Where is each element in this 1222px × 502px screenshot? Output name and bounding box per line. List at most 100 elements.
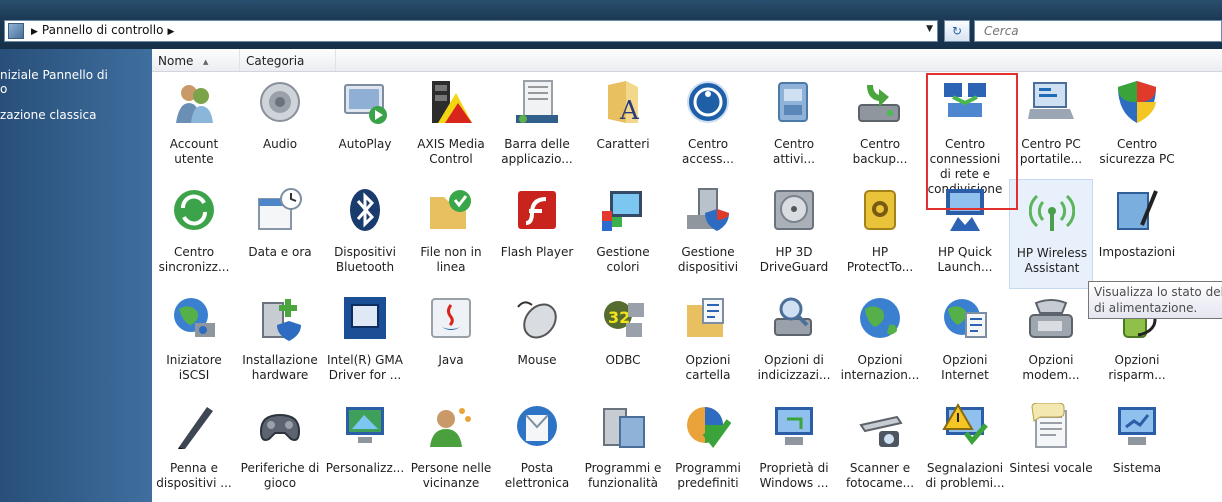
account-utente-icon <box>171 79 217 125</box>
control-panel-item[interactable]: AXIS Media Control <box>409 71 493 181</box>
sistema-icon <box>1114 403 1160 449</box>
control-panel-item[interactable]: Audio <box>238 71 322 181</box>
breadcrumb-control-panel[interactable]: Pannello di controllo <box>42 23 164 37</box>
hp-protecttools-icon <box>857 187 903 233</box>
control-panel-icon <box>8 23 24 39</box>
item-label: Account utente <box>169 137 219 166</box>
breadcrumb-arrow-icon[interactable]: ▶ <box>31 27 38 37</box>
item-label: Caratteri <box>596 137 650 151</box>
control-panel-item[interactable]: 32 ODBC <box>581 287 665 397</box>
tooltip: Visualizza lo stato dell di alimentazion… <box>1088 281 1222 319</box>
breadcrumb-arrow-icon[interactable]: ▶ <box>167 27 174 37</box>
control-panel-item[interactable]: Intel(R) GMA Driver for ... <box>323 287 407 397</box>
mouse-icon <box>514 295 560 341</box>
control-panel-item[interactable]: File non in linea <box>409 179 493 289</box>
control-panel-item[interactable]: Centro sincronizz... <box>152 179 236 289</box>
address-box[interactable]: ▶ Pannello di controllo ▶ ▼ <box>4 20 938 42</box>
control-panel-item[interactable]: Impostazioni <box>1095 179 1179 289</box>
control-panel-item[interactable]: Personalizz... <box>323 395 407 502</box>
control-panel-item[interactable]: Barra delle applicazio... <box>495 71 579 181</box>
column-header-name[interactable]: Nome ▲ <box>152 49 240 71</box>
control-panel-item[interactable]: Centro PC portatile... <box>1009 71 1093 181</box>
item-label: Sistema <box>1112 461 1162 475</box>
programmi-e-funzionalita-icon <box>600 403 646 449</box>
sidebar-link-control-panel-home-cont[interactable]: o <box>0 82 7 96</box>
control-panel-items: Account utente Audio AutoPlay AXIS Media Co… <box>152 71 1222 502</box>
control-panel-item[interactable]: Gestione colori <box>581 179 665 289</box>
sidebar-link-control-panel-home[interactable]: niziale Pannello di <box>0 68 108 82</box>
control-panel-item[interactable]: HP ProtectTo... <box>838 179 922 289</box>
item-label: HP Wireless Assistant <box>1016 246 1088 275</box>
control-panel-item[interactable]: Centro sicurezza PC <box>1095 71 1179 181</box>
control-panel-item[interactable]: Penna e dispositivi ... <box>152 395 236 502</box>
item-label: Programmi e funzionalità <box>584 461 662 490</box>
control-panel-item[interactable]: Gestione dispositivi <box>666 179 750 289</box>
item-label: Opzioni cartella <box>685 353 731 382</box>
control-panel-item[interactable]: Java <box>409 287 493 397</box>
control-panel-item[interactable]: Sistema <box>1095 395 1179 502</box>
item-label: Centro PC portatile... <box>1019 137 1083 166</box>
barra-delle-applicazioni-icon <box>514 79 560 125</box>
item-label: Centro backup... <box>852 137 908 166</box>
item-label: Intel(R) GMA Driver for ... <box>327 353 403 382</box>
control-panel-item[interactable]: AutoPlay <box>323 71 407 181</box>
gestione-colori-icon <box>600 187 646 233</box>
item-label: Penna e dispositivi ... <box>156 461 232 490</box>
control-panel-item[interactable]: Data e ora <box>238 179 322 289</box>
control-panel-item[interactable]: Posta elettronica <box>495 395 579 502</box>
control-panel-item[interactable]: Dispositivi Bluetooth <box>323 179 407 289</box>
control-panel-item[interactable]: Opzioni cartella <box>666 287 750 397</box>
control-panel-item[interactable]: Programmi e funzionalità <box>581 395 665 502</box>
control-panel-item[interactable]: Persone nelle vicinanze <box>409 395 493 502</box>
control-panel-item[interactable]: HP Wireless Assistant <box>1009 179 1093 289</box>
intel-gma-driver-icon <box>342 295 388 341</box>
control-panel-item[interactable]: Periferiche di gioco <box>238 395 322 502</box>
control-panel-item[interactable]: Centro access... <box>666 71 750 181</box>
refresh-button[interactable]: ↻ <box>944 20 970 42</box>
control-panel-item[interactable]: Proprietà di Windows ... <box>752 395 836 502</box>
opzioni-indicizzazione-icon <box>771 295 817 341</box>
programmi-predefiniti-icon <box>685 403 732 449</box>
address-dropdown-icon[interactable]: ▼ <box>926 24 933 34</box>
control-panel-item[interactable]: Centro attivi... <box>752 71 836 181</box>
item-label: HP Quick Launch... <box>937 245 993 274</box>
centro-accessibilita-icon <box>685 79 731 125</box>
opzioni-internet-icon <box>942 295 988 341</box>
control-panel-item[interactable]: Opzioni Internet <box>923 287 1007 397</box>
control-panel-item[interactable]: Account utente <box>152 71 236 181</box>
item-label: Opzioni internazion... <box>840 353 920 382</box>
control-panel-item[interactable]: A Caratteri <box>581 71 665 181</box>
control-panel-item[interactable]: Programmi predefiniti <box>666 395 750 502</box>
control-panel-item[interactable]: Mouse <box>495 287 579 397</box>
control-panel-item[interactable]: Scanner e fotocame... <box>838 395 922 502</box>
persone-nelle-vicinanze-icon <box>428 403 474 449</box>
control-panel-item[interactable]: Installazione hardware <box>238 287 322 397</box>
search-box[interactable] <box>974 20 1222 42</box>
posta-elettronica-icon <box>514 403 560 449</box>
flash-player-icon <box>514 187 560 233</box>
item-label: Persone nelle vicinanze <box>410 461 492 490</box>
item-label: Impostazioni <box>1098 245 1176 259</box>
data-e-ora-icon <box>257 187 303 233</box>
item-label: HP ProtectTo... <box>846 245 914 274</box>
control-panel-item[interactable]: Iniziatore iSCSI <box>152 287 236 397</box>
item-label: Periferiche di gioco <box>240 461 320 490</box>
control-panel-item[interactable]: Opzioni di indicizzazi... <box>752 287 836 397</box>
control-panel-item[interactable]: HP 3D DriveGuard <box>752 179 836 289</box>
control-panel-item[interactable]: Segnalazioni di problemi... <box>923 395 1007 502</box>
item-label: AutoPlay <box>338 137 392 151</box>
file-non-in-linea-icon <box>428 187 474 233</box>
centro-backup-icon <box>857 79 903 125</box>
centro-sicurezza-icon <box>1114 79 1160 125</box>
column-header-category[interactable]: Categoria <box>240 49 336 71</box>
control-panel-item[interactable]: Centro backup... <box>838 71 922 181</box>
search-input[interactable] <box>982 23 1186 39</box>
hp-wireless-assistant-icon <box>1028 188 1076 234</box>
sidebar-link-classic-view[interactable]: zazione classica <box>0 108 97 122</box>
control-panel-item[interactable]: Sintesi vocale <box>1009 395 1093 502</box>
control-panel-item[interactable]: Opzioni modem... <box>1009 287 1093 397</box>
item-label: Iniziatore iSCSI <box>166 353 222 382</box>
control-panel-item[interactable]: Flash Player <box>495 179 579 289</box>
item-label: Scanner e fotocame... <box>845 461 915 490</box>
control-panel-item[interactable]: Opzioni internazion... <box>838 287 922 397</box>
